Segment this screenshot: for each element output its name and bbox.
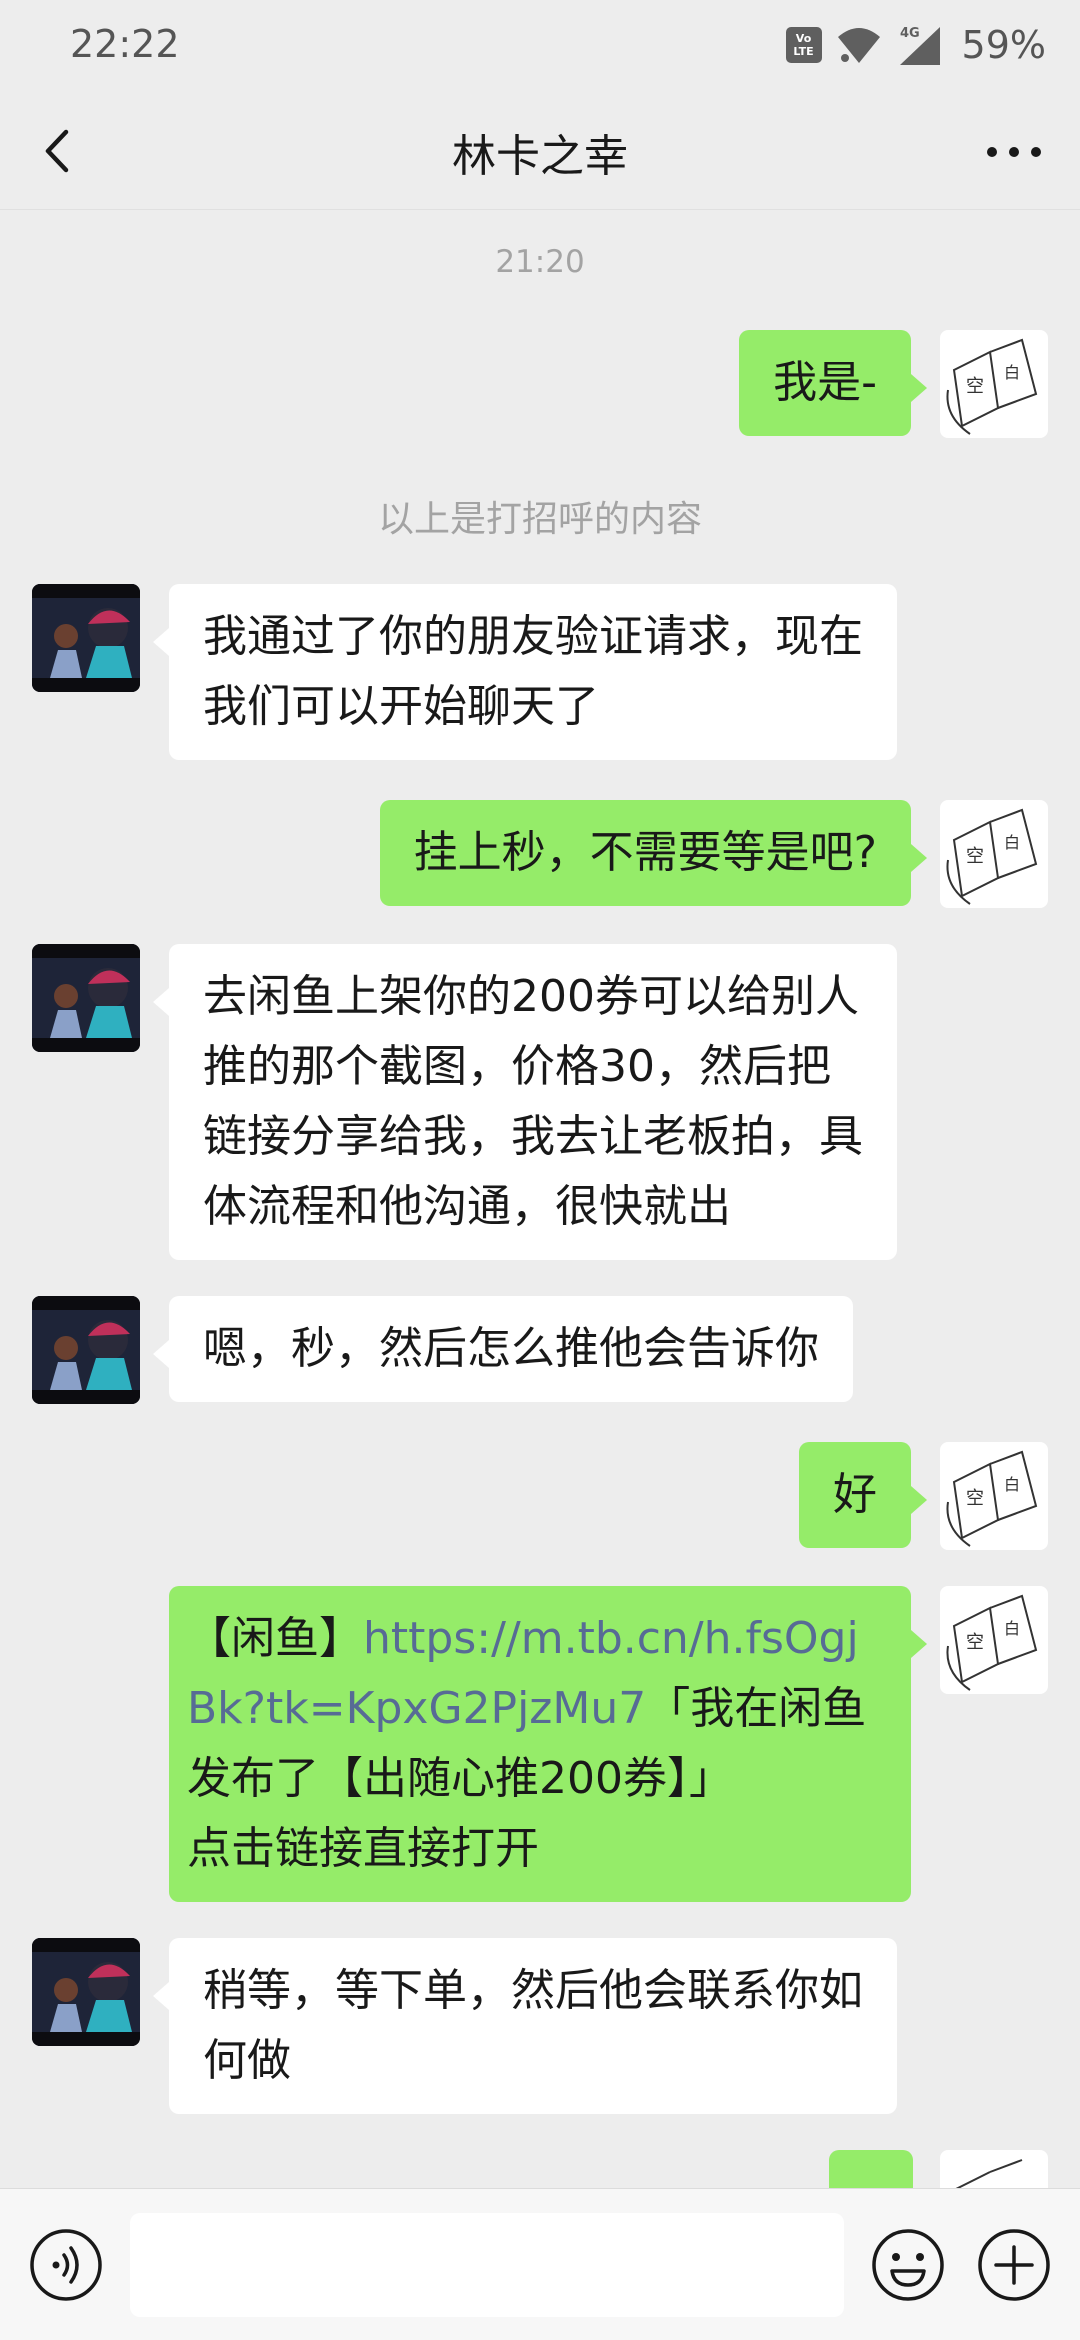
received-message-bubble[interactable]: 稍等，等下单，然后他会联系你如 何做 xyxy=(153,1938,897,2114)
avatar-text-2: 白 xyxy=(1004,1475,1020,1494)
status-bar: 22:22 Vo LTE 4G 59% xyxy=(0,0,1080,92)
contact-avatar[interactable] xyxy=(32,944,140,1052)
contact-avatar[interactable] xyxy=(32,1296,140,1404)
more-dots-icon xyxy=(987,147,1041,157)
contact-photo xyxy=(32,1296,140,1404)
avatar-text-1: 空 xyxy=(966,1632,984,1653)
received-message-bubble[interactable]: 我通过了你的朋友验证请求，现在 我们可以开始聊天了 xyxy=(153,584,897,760)
voice-input-button[interactable] xyxy=(28,2227,104,2303)
my-avatar[interactable]: 空 白 xyxy=(940,330,1048,438)
sent-message-bubble[interactable]: 好 xyxy=(799,1442,927,1548)
partial-my-avatar[interactable] xyxy=(940,2150,1048,2188)
my-avatar[interactable]: 空 白 xyxy=(940,800,1048,908)
avatar-text-1: 空 xyxy=(966,376,984,397)
avatar-text-1: 空 xyxy=(966,1488,984,1509)
network-type-label: 4G xyxy=(900,26,920,41)
system-notice: 以上是打招呼的内容 xyxy=(377,499,702,540)
contact-avatar[interactable] xyxy=(32,1938,140,2046)
sketch-book-avatar-icon: 空 白 xyxy=(940,1442,1048,1550)
message-input-bar xyxy=(0,2188,1080,2340)
sent-message-bubble[interactable]: 我是- xyxy=(739,330,927,436)
message-timestamp: 21:20 xyxy=(495,244,585,280)
my-avatar[interactable]: 空 白 xyxy=(940,1586,1048,1694)
cellular-signal-icon: 4G xyxy=(899,26,940,65)
contact-avatar[interactable] xyxy=(32,584,140,692)
link-prefix: 【闲鱼】 xyxy=(187,1613,363,1664)
contact-photo xyxy=(32,1938,140,2046)
sketch-book-avatar-icon: 空 白 xyxy=(940,1586,1048,1694)
plus-icon xyxy=(978,2229,1050,2301)
contact-photo xyxy=(32,584,140,692)
chat-title: 林卡之幸 xyxy=(452,131,628,182)
volte-icon: Vo LTE xyxy=(785,27,822,63)
avatar-text-2: 白 xyxy=(1004,363,1020,382)
battery-percentage: 59% xyxy=(961,23,1046,67)
status-time: 22:22 xyxy=(70,22,180,66)
sketch-book-avatar-icon xyxy=(955,2159,1023,2188)
message-text-input[interactable] xyxy=(130,2213,844,2317)
partial-sent-bubble[interactable] xyxy=(829,2150,913,2188)
sent-link-message-bubble[interactable]: 【闲鱼】https://m.tb.cn/h.fsOgjBk?tk=KpxG2Pj… xyxy=(169,1586,927,1902)
status-icons: Vo LTE 4G 59% xyxy=(785,20,1046,70)
wifi-icon xyxy=(837,28,880,63)
avatar-text-2: 白 xyxy=(1004,1619,1020,1638)
contact-photo xyxy=(32,944,140,1052)
received-message-bubble[interactable]: 嗯，秒，然后怎么推他会告诉你 xyxy=(153,1296,853,1402)
sketch-book-avatar-icon: 空 白 xyxy=(940,330,1048,438)
chat-header: 林卡之幸 xyxy=(0,92,1080,210)
my-avatar[interactable]: 空 白 xyxy=(940,1442,1048,1550)
voice-icon xyxy=(30,2229,102,2301)
received-message-bubble[interactable]: 去闲鱼上架你的200券可以给别人 推的那个截图，价格30，然后把 链接分享给我，… xyxy=(153,944,897,1260)
sent-message-bubble[interactable]: 挂上秒，不需要等是吧? xyxy=(379,800,928,906)
smiley-face-icon xyxy=(872,2229,944,2301)
emoji-button[interactable] xyxy=(870,2227,946,2303)
volte-bottom-label: LTE xyxy=(793,45,814,58)
avatar-text-1: 空 xyxy=(966,846,984,867)
more-functions-button[interactable] xyxy=(976,2227,1052,2303)
more-options-button[interactable] xyxy=(974,116,1054,186)
volte-top-label: Vo xyxy=(795,32,812,45)
sketch-book-avatar-icon: 空 白 xyxy=(940,800,1048,908)
avatar-text-2: 白 xyxy=(1004,833,1020,852)
